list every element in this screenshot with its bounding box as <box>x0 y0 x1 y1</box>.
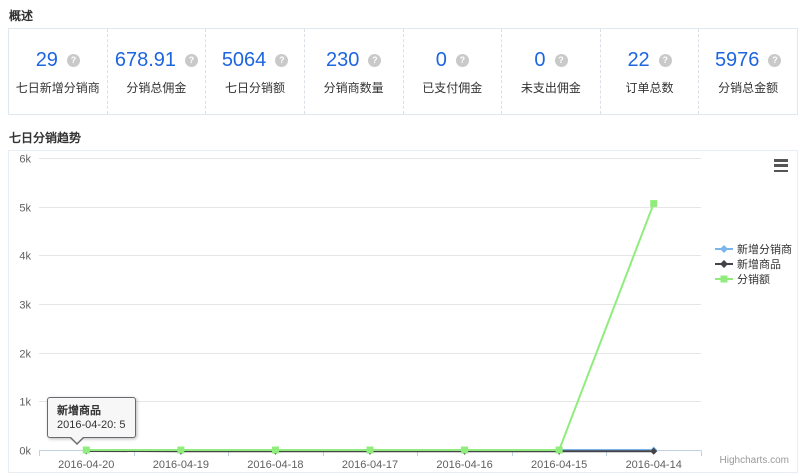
help-circle-icon[interactable]: ? <box>67 54 80 67</box>
chart-tooltip: 新增商品 2016-04-20: 5 <box>47 397 136 438</box>
stats-panel: 29? 七日新增分销商 678.91? 分销总佣金 5064? 七日分销额 230? 分销商数… <box>8 28 798 115</box>
stat-cell-7: 5976? 分销总金额 <box>699 29 797 114</box>
legend-item-1[interactable]: 新增商品 <box>715 256 792 271</box>
help-circle-icon[interactable]: ? <box>555 54 568 67</box>
stat-cell-2: 5064? 七日分销额 <box>206 29 305 114</box>
help-circle-icon[interactable]: ? <box>456 54 469 67</box>
stat-value: 5976 <box>715 49 760 72</box>
trend-section-title: 七日分销趋势 <box>9 129 81 146</box>
legend-label: 分销额 <box>737 271 770 287</box>
svg-text:2k: 2k <box>19 349 31 361</box>
stat-cell-0: 29? 七日新增分销商 <box>9 29 108 114</box>
stat-cell-6: 22? 订单总数 <box>601 29 700 114</box>
svg-text:5k: 5k <box>19 203 31 215</box>
help-circle-icon[interactable]: ? <box>768 54 781 67</box>
stat-cell-5: 0? 未支出佣金 <box>502 29 601 114</box>
stat-value: 0 <box>534 49 545 72</box>
svg-text:2016-04-15: 2016-04-15 <box>531 459 587 471</box>
svg-text:6k: 6k <box>19 154 31 166</box>
stat-label: 七日分销额 <box>225 79 285 96</box>
legend-item-0[interactable]: 新增分销商 <box>715 241 792 256</box>
stat-label: 分销商数量 <box>324 79 384 96</box>
hamburger-menu-icon[interactable] <box>774 159 788 172</box>
help-circle-icon[interactable]: ? <box>185 54 198 67</box>
help-circle-icon[interactable]: ? <box>368 54 381 67</box>
help-circle-icon[interactable]: ? <box>275 54 288 67</box>
svg-text:2016-04-14: 2016-04-14 <box>626 459 682 471</box>
diamond-legend-marker-icon <box>715 243 733 255</box>
stat-cell-4: 0? 已支付佣金 <box>404 29 503 114</box>
overview-section-title: 概述 <box>9 7 33 24</box>
stat-value: 230 <box>326 49 359 72</box>
svg-text:4k: 4k <box>19 251 31 263</box>
svg-text:2016-04-20: 2016-04-20 <box>58 459 114 471</box>
stat-value: 0 <box>436 49 447 72</box>
square-legend-marker-icon <box>715 273 733 285</box>
tooltip-value: 2016-04-20: 5 <box>57 418 126 432</box>
svg-text:1k: 1k <box>19 397 31 409</box>
highcharts-credits[interactable]: Highcharts.com <box>720 455 789 466</box>
stat-value: 5064 <box>222 49 267 72</box>
svg-text:2016-04-18: 2016-04-18 <box>247 459 303 471</box>
stat-value: 29 <box>36 49 58 72</box>
stat-value: 22 <box>627 49 649 72</box>
svg-text:2016-04-19: 2016-04-19 <box>153 459 209 471</box>
stat-label: 未支出佣金 <box>521 79 581 96</box>
stat-label: 七日新增分销商 <box>16 79 100 96</box>
stat-value: 678.91 <box>115 49 176 72</box>
svg-text:2016-04-17: 2016-04-17 <box>342 459 398 471</box>
legend-label: 新增分销商 <box>737 241 792 257</box>
stat-label: 已支付佣金 <box>422 79 482 96</box>
svg-text:0k: 0k <box>19 446 31 458</box>
stat-cell-3: 230? 分销商数量 <box>305 29 404 114</box>
chart-legend: 新增分销商新增商品分销额 <box>715 241 792 286</box>
tooltip-series-name: 新增商品 <box>57 404 126 418</box>
svg-text:2016-04-16: 2016-04-16 <box>436 459 492 471</box>
legend-item-2[interactable]: 分销额 <box>715 271 792 286</box>
stat-label: 订单总数 <box>626 79 674 96</box>
legend-label: 新增商品 <box>737 256 781 272</box>
diamond-legend-marker-icon <box>715 258 733 270</box>
help-circle-icon[interactable]: ? <box>659 54 672 67</box>
stat-cell-1: 678.91? 分销总佣金 <box>108 29 207 114</box>
stat-label: 分销总金额 <box>718 79 778 96</box>
trend-chart-panel: 0k 1k 2k 3k 4k 5k 6k 2016-04-20 2016-04-19 2016-0… <box>8 150 798 473</box>
svg-text:3k: 3k <box>19 300 31 312</box>
stat-label: 分销总佣金 <box>126 79 186 96</box>
